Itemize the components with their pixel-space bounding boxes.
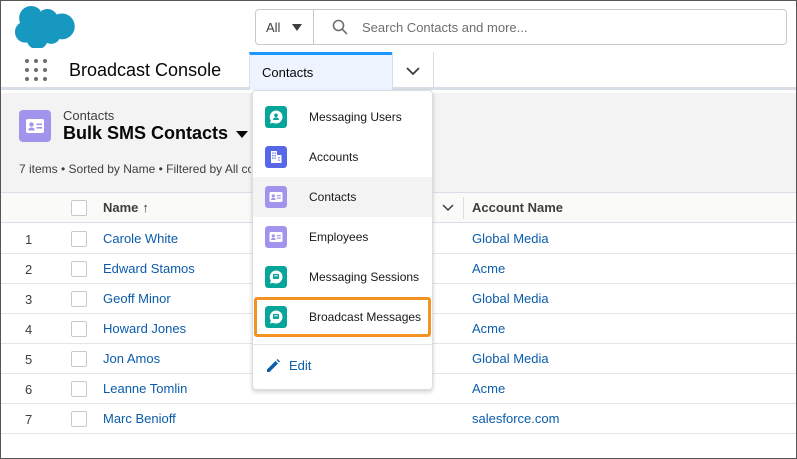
select-all-checkbox[interactable]	[71, 200, 87, 216]
column-header-account[interactable]: Account Name	[472, 200, 563, 215]
menu-item-label: Contacts	[309, 190, 357, 204]
list-view-picker-icon[interactable]	[236, 131, 248, 138]
menu-item-label: Employees	[309, 230, 369, 244]
menu-item-contacts[interactable]: Contacts	[253, 177, 432, 217]
account-name-link[interactable]: Global Media	[472, 291, 549, 306]
account-name-link[interactable]: salesforce.com	[472, 411, 559, 426]
contact-icon	[19, 110, 51, 142]
app-launcher-icon[interactable]	[25, 59, 47, 81]
account-name-link[interactable]: Acme	[472, 261, 505, 276]
row-number: 1	[25, 232, 33, 247]
menu-item-messaging-sessions[interactable]: Messaging Sessions	[253, 257, 432, 297]
row-number: 5	[25, 352, 33, 367]
contact-name-link[interactable]: Jon Amos	[103, 351, 160, 366]
salesforce-logo[interactable]	[15, 6, 77, 48]
contact-name-link[interactable]: Carole White	[103, 231, 178, 246]
sort-ascending-icon: ↑	[142, 200, 149, 215]
search-icon	[332, 19, 348, 35]
account-name-link[interactable]: Acme	[472, 381, 505, 396]
row-checkbox[interactable]	[71, 261, 87, 277]
row-number: 4	[25, 322, 33, 337]
contact-name-link[interactable]: Geoff Minor	[103, 291, 171, 306]
chevron-down-icon	[406, 66, 420, 75]
app-name: Broadcast Console	[69, 60, 222, 80]
edit-nav-items-button[interactable]: Edit	[253, 349, 432, 383]
row-number: 2	[25, 262, 33, 277]
column-header-name[interactable]: Name ↑	[103, 200, 149, 215]
search-input[interactable]	[362, 10, 762, 44]
list-info: 7 items • Sorted by Name • Filtered by A…	[19, 162, 251, 176]
column-divider[interactable]	[463, 197, 464, 219]
row-number: 7	[25, 412, 33, 427]
nav-tab-contacts[interactable]: Contacts	[249, 52, 392, 90]
account-icon	[265, 146, 287, 168]
messaging-session-icon	[265, 266, 287, 288]
table-row: 7 Marc Benioff salesforce.com	[1, 404, 796, 434]
menu-item-accounts[interactable]: Accounts	[253, 137, 432, 177]
row-number: 6	[25, 382, 33, 397]
contact-icon	[265, 186, 287, 208]
column-actions-chevron-icon[interactable]	[441, 200, 455, 216]
menu-item-messaging-users[interactable]: Messaging Users	[253, 97, 432, 137]
row-checkbox[interactable]	[71, 351, 87, 367]
nav-tab-label: Contacts	[262, 65, 314, 80]
employee-icon	[265, 226, 287, 248]
row-checkbox[interactable]	[71, 321, 87, 337]
menu-item-employees[interactable]: Employees	[253, 217, 432, 257]
row-number: 3	[25, 292, 33, 307]
row-checkbox[interactable]	[71, 381, 87, 397]
global-search[interactable]: All	[255, 9, 787, 45]
object-name: Contacts	[63, 108, 115, 123]
list-view-name[interactable]: Bulk SMS Contacts	[63, 123, 228, 144]
row-checkbox[interactable]	[71, 411, 87, 427]
highlight-callout	[254, 297, 431, 337]
global-header: All	[1, 1, 796, 52]
menu-item-label: Messaging Sessions	[309, 270, 420, 284]
contact-name-link[interactable]: Marc Benioff	[103, 411, 176, 426]
row-checkbox[interactable]	[71, 291, 87, 307]
edit-label: Edit	[289, 358, 312, 373]
caret-down-icon	[292, 24, 302, 31]
search-scope-label: All	[266, 19, 281, 35]
contact-name-link[interactable]: Edward Stamos	[103, 261, 195, 276]
menu-divider	[253, 344, 432, 345]
contact-name-link[interactable]: Howard Jones	[103, 321, 186, 336]
app-window: All Broadcast Console Contacts	[0, 0, 797, 459]
column-header-name-label: Name	[103, 200, 139, 215]
nav-items-menu: Messaging Users Accounts Contacts Employ…	[252, 90, 433, 390]
nav-menu-toggle-button[interactable]	[392, 52, 434, 90]
row-checkbox[interactable]	[71, 231, 87, 247]
account-name-link[interactable]: Global Media	[472, 351, 549, 366]
contact-name-link[interactable]: Leanne Tomlin	[103, 381, 187, 396]
pencil-icon	[267, 359, 280, 372]
account-name-link[interactable]: Global Media	[472, 231, 549, 246]
messaging-user-icon	[265, 106, 287, 128]
menu-item-label: Messaging Users	[309, 110, 402, 124]
search-scope-select[interactable]: All	[256, 10, 314, 44]
menu-item-label: Accounts	[309, 150, 359, 164]
account-name-link[interactable]: Acme	[472, 321, 505, 336]
app-nav-bar: Broadcast Console Contacts	[1, 52, 796, 90]
